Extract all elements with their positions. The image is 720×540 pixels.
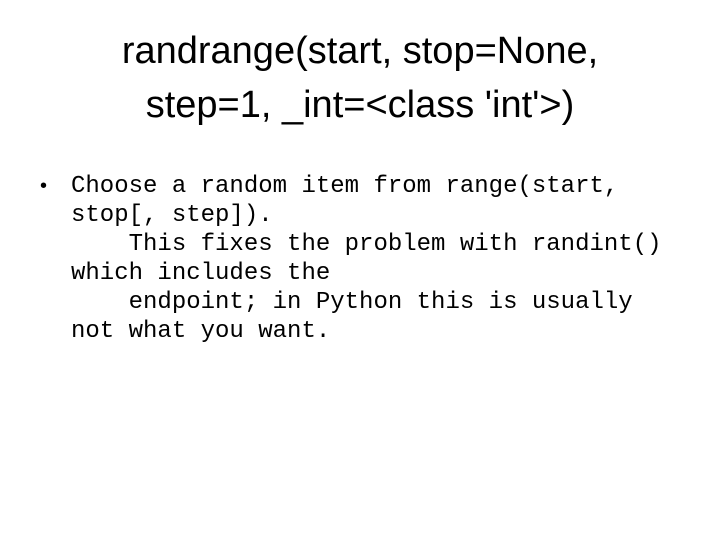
bullet-text-line: not what you want.	[71, 318, 331, 345]
bullet-text-line: endpoint; in Python this is usually	[71, 289, 633, 316]
bullet-text-line: Choose a random item from range(start,	[71, 173, 619, 200]
bullet-text: Choose a random item from range(start, s…	[71, 172, 662, 346]
slide-title: randrange(start, stop=None, step=1, _int…	[0, 24, 720, 132]
bullet-text-line: This fixes the problem with randint()	[71, 231, 662, 258]
bullet-text-line: which includes the	[71, 260, 331, 287]
slide-title-line: step=1, _int=<class 'int'>)	[145, 84, 575, 126]
bullet-text-line: stop[, step]).	[71, 202, 273, 229]
bullet-icon: •	[40, 175, 48, 197]
slide-title-line: randrange(start, stop=None,	[121, 30, 599, 72]
